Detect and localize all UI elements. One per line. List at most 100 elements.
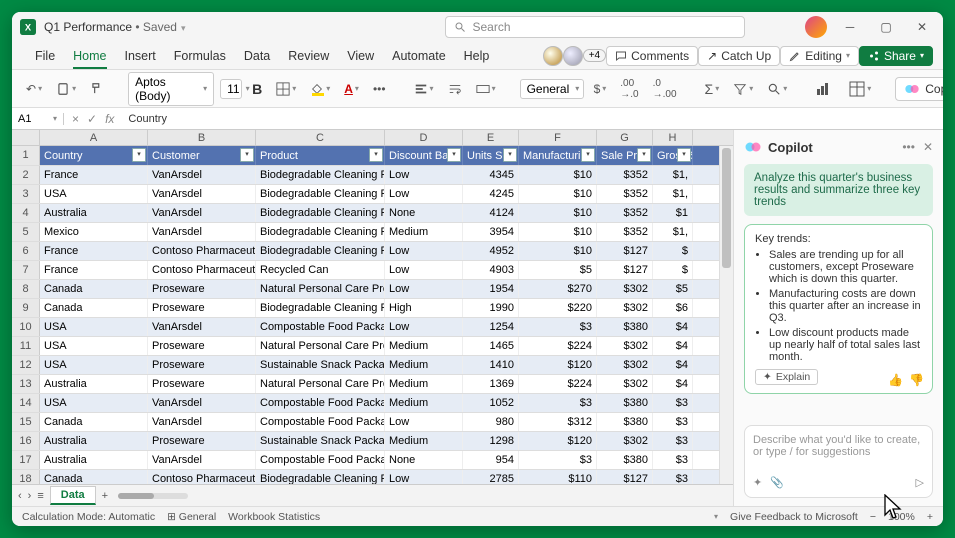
cell[interactable]: Proseware [148, 432, 256, 450]
col-header[interactable]: B [148, 130, 256, 145]
cell[interactable]: $352 [597, 166, 653, 184]
filter-icon[interactable]: ▾ [503, 148, 517, 162]
table-row[interactable]: 7FranceContoso PharmaceuticalsRecycled C… [12, 261, 733, 280]
table-row[interactable]: 15CanadaVanArsdelCompostable Food Packag… [12, 413, 733, 432]
cell[interactable]: $4 [653, 356, 693, 374]
cell[interactable]: $270 [519, 280, 597, 298]
menu-data[interactable]: Data [235, 49, 279, 63]
row-header[interactable]: 8 [12, 280, 40, 298]
cell[interactable]: Biodegradable Cleaning Products [256, 242, 385, 260]
cell[interactable]: $3 [519, 318, 597, 336]
select-all-corner[interactable] [12, 130, 40, 145]
bold-button[interactable]: B [248, 78, 266, 100]
cell[interactable]: VanArsdel [148, 223, 256, 241]
cell[interactable]: Compostable Food Packaging [256, 318, 385, 336]
cell[interactable]: VanArsdel [148, 185, 256, 203]
cell[interactable]: $127 [597, 261, 653, 279]
chevron-down-icon[interactable]: ▾ [714, 512, 718, 521]
currency-button[interactable]: $▾ [590, 79, 611, 99]
cell[interactable]: Biodegradable Cleaning Products [256, 470, 385, 484]
tab-prev-button[interactable]: ‹ [18, 490, 22, 502]
paste-button[interactable]: ▾ [52, 78, 80, 100]
horizontal-scrollbar[interactable] [118, 493, 188, 499]
cell[interactable]: $352 [597, 204, 653, 222]
col-header[interactable]: E [463, 130, 519, 145]
cell[interactable]: Medium [385, 432, 463, 450]
cell[interactable]: France [40, 166, 148, 184]
table-column-header[interactable]: Sale Price▾ [597, 146, 653, 165]
workbook-stats[interactable]: Workbook Statistics [228, 511, 320, 523]
table-column-header[interactable]: Gross Sal▾ [653, 146, 693, 165]
menu-review[interactable]: Review [279, 49, 338, 63]
cancel-icon[interactable]: × [72, 112, 79, 126]
table-styles-button[interactable]: ▾ [845, 78, 875, 100]
cell[interactable]: $380 [597, 413, 653, 431]
cell[interactable]: Natural Personal Care Products [256, 375, 385, 393]
fill-color-button[interactable]: ▾ [306, 78, 334, 99]
cell[interactable]: $352 [597, 223, 653, 241]
table-column-header[interactable]: Customer▾ [148, 146, 256, 165]
cell[interactable]: Low [385, 261, 463, 279]
cell[interactable]: 1954 [463, 280, 519, 298]
cell[interactable]: Compostable Food Packaging [256, 413, 385, 431]
minimize-button[interactable]: ─ [837, 16, 863, 38]
cell[interactable]: $1 [653, 204, 693, 222]
cell[interactable]: Medium [385, 356, 463, 374]
table-row[interactable]: 12USAProsewareSustainable Snack Packagin… [12, 356, 733, 375]
table-row[interactable]: 9CanadaProsewareBiodegradable Cleaning P… [12, 299, 733, 318]
table-row[interactable]: 6FranceContoso PharmaceuticalsBiodegrada… [12, 242, 733, 261]
formula-input[interactable]: Country [122, 113, 943, 125]
cell[interactable]: Compostable Food Packaging [256, 451, 385, 469]
cell[interactable]: 4245 [463, 185, 519, 203]
cell[interactable]: 3954 [463, 223, 519, 241]
menu-help[interactable]: Help [455, 49, 499, 63]
explain-button[interactable]: ✦Explain [755, 369, 818, 385]
cell[interactable]: Biodegradable Cleaning Products [256, 204, 385, 222]
analyze-data-button[interactable] [811, 78, 835, 100]
cell[interactable]: $10 [519, 166, 597, 184]
table-row[interactable]: 2FranceVanArsdelBiodegradable Cleaning P… [12, 166, 733, 185]
close-icon[interactable]: ✕ [923, 140, 933, 154]
table-column-header[interactable]: Discount Band▾ [385, 146, 463, 165]
filter-icon[interactable]: ▾ [447, 148, 461, 162]
cell[interactable]: 1990 [463, 299, 519, 317]
cell[interactable]: Low [385, 470, 463, 484]
cell[interactable]: 1465 [463, 337, 519, 355]
cell[interactable]: 1410 [463, 356, 519, 374]
row-header[interactable]: 7 [12, 261, 40, 279]
filter-icon[interactable]: ▾ [637, 148, 651, 162]
cell[interactable]: $302 [597, 337, 653, 355]
cell[interactable]: $3 [653, 413, 693, 431]
cell[interactable]: Medium [385, 394, 463, 412]
font-name-select[interactable]: Aptos (Body)▾ [128, 72, 214, 106]
cell[interactable]: Proseware [148, 337, 256, 355]
cell[interactable]: $380 [597, 318, 653, 336]
table-column-header[interactable]: Manufacturing Price▾ [519, 146, 597, 165]
cell[interactable]: $10 [519, 185, 597, 203]
feedback-link[interactable]: Give Feedback to Microsoft [730, 511, 858, 523]
cell[interactable]: Low [385, 280, 463, 298]
cell[interactable]: $10 [519, 204, 597, 222]
col-header[interactable]: D [385, 130, 463, 145]
col-header[interactable]: H [653, 130, 693, 145]
cell[interactable]: 4345 [463, 166, 519, 184]
chevron-down-icon[interactable]: ▾ [181, 23, 186, 33]
cell[interactable]: $4 [653, 337, 693, 355]
cell[interactable]: France [40, 261, 148, 279]
row-header[interactable]: 18 [12, 470, 40, 484]
filter-icon[interactable]: ▾ [132, 148, 146, 162]
cell[interactable]: $380 [597, 451, 653, 469]
close-button[interactable]: ✕ [909, 16, 935, 38]
cell[interactable]: $ [653, 261, 693, 279]
cell[interactable]: USA [40, 337, 148, 355]
cell[interactable]: Medium [385, 337, 463, 355]
row-header[interactable]: 9 [12, 299, 40, 317]
row-header[interactable]: 15 [12, 413, 40, 431]
cell[interactable]: $1, [653, 223, 693, 241]
cell[interactable]: Australia [40, 375, 148, 393]
table-row[interactable]: 11USAProsewareNatural Personal Care Prod… [12, 337, 733, 356]
table-row[interactable]: 8CanadaProsewareNatural Personal Care Pr… [12, 280, 733, 299]
cell[interactable]: $302 [597, 375, 653, 393]
cell[interactable]: 1052 [463, 394, 519, 412]
cell[interactable]: 980 [463, 413, 519, 431]
